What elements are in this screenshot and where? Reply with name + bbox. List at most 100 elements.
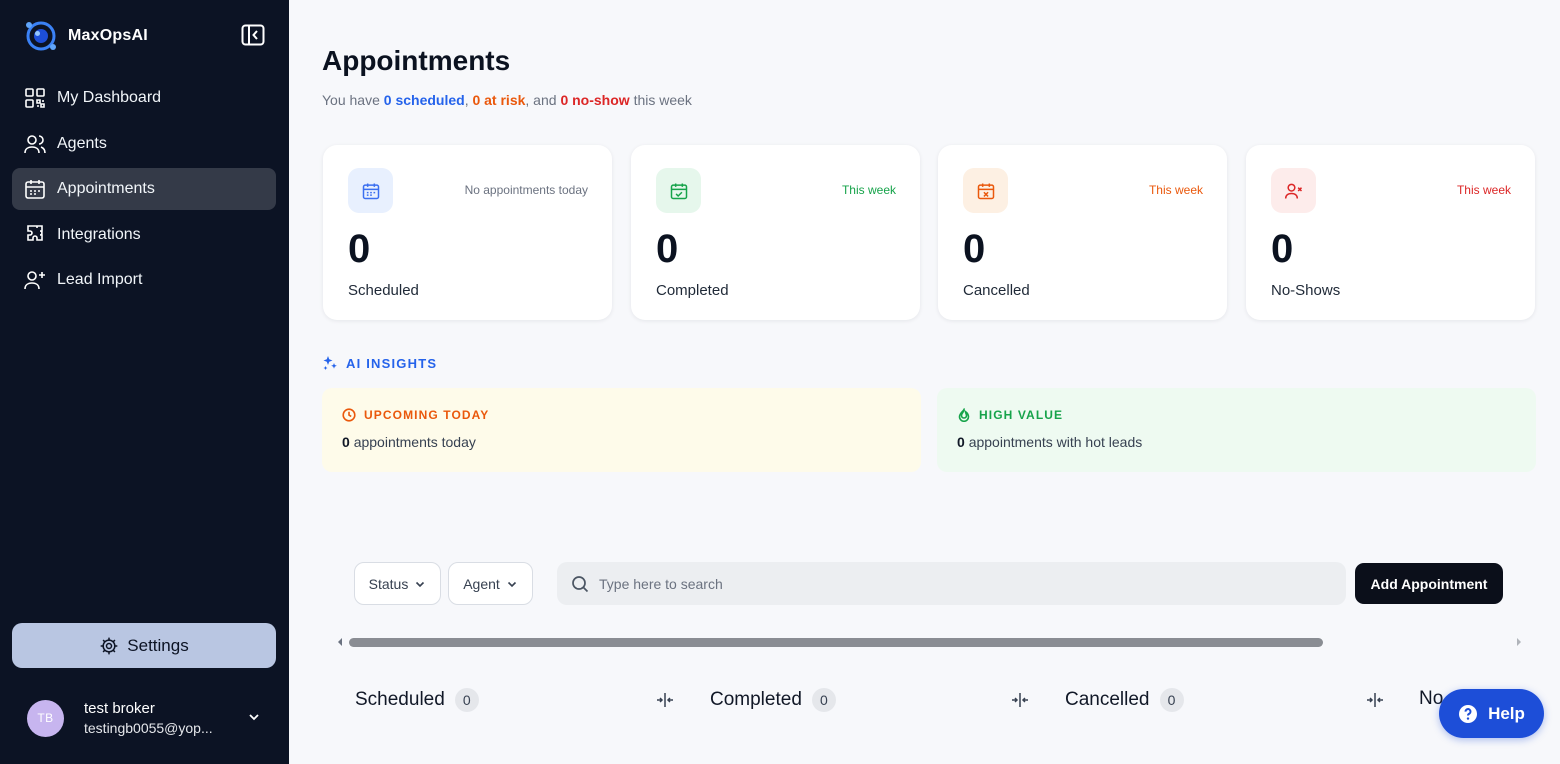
stat-icon-box: [1271, 168, 1316, 213]
sidebar-item-label: My Dashboard: [57, 89, 162, 106]
insight-text: 0 appointments today: [342, 434, 901, 450]
at-risk-count-text: 0 at risk: [472, 92, 526, 108]
column-resize-handle-icon[interactable]: [655, 690, 675, 710]
sidebar-item-dashboard[interactable]: My Dashboard: [12, 77, 276, 119]
flame-icon: [958, 408, 970, 422]
search-input[interactable]: [599, 575, 1299, 592]
ai-insights-title: AI INSIGHTS: [346, 355, 438, 371]
column-count-badge: 0: [1159, 688, 1184, 712]
stat-card-completed: This week 0 Completed: [631, 145, 920, 320]
sidebar-item-label: Integrations: [57, 225, 141, 243]
insight-title: UPCOMING TODAY: [342, 408, 901, 422]
scroll-right-arrow-icon[interactable]: [1515, 637, 1523, 647]
column-title: Scheduled: [355, 689, 445, 710]
insight-high-value: HIGH VALUE 0 appointments with hot leads: [937, 388, 1536, 472]
settings-label: Settings: [127, 635, 189, 655]
stat-card-cancelled: This week 0 Cancelled: [938, 145, 1227, 320]
calendar-check-icon: [670, 183, 687, 199]
stat-icon-box: [656, 168, 701, 213]
stat-card-scheduled: No appointments today 0 Scheduled: [323, 145, 612, 320]
horizontal-scrollbar-thumb[interactable]: [349, 638, 1323, 647]
user-menu[interactable]: TB test broker testingb0055@yop...: [27, 696, 267, 740]
question-circle-icon: [1459, 704, 1478, 723]
column-header-scheduled: Scheduled 0: [355, 688, 479, 712]
stat-label: Completed: [656, 282, 729, 299]
stat-note: This week: [841, 183, 896, 197]
user-name: test broker: [84, 700, 155, 718]
calendar-icon: [25, 180, 45, 199]
user-plus-icon: [24, 271, 45, 290]
column-resize-handle-icon[interactable]: [1010, 690, 1030, 710]
subtitle-prefix: You have: [322, 92, 380, 108]
sidebar-item-label: Lead Import: [57, 271, 143, 288]
insight-count: 0: [342, 434, 350, 450]
insight-title-text: HIGH VALUE: [979, 408, 1064, 422]
sidebar: MaxOpsAI My Dashboard Agents Appointment…: [0, 0, 289, 764]
page-title: Appointments: [322, 45, 511, 76]
help-label: Help: [1488, 703, 1525, 723]
user-email: testingb0055@yop...: [84, 719, 213, 736]
sidebar-nav: My Dashboard Agents Appointments Integra…: [12, 77, 276, 305]
stat-label: Cancelled: [963, 282, 1030, 299]
insight-description: appointments today: [353, 434, 476, 450]
agent-filter-dropdown[interactable]: Agent: [448, 562, 533, 605]
insight-description: appointments with hot leads: [968, 434, 1143, 450]
stat-label: Scheduled: [348, 282, 419, 299]
stat-note: This week: [1148, 183, 1203, 197]
gear-icon: [100, 637, 118, 654]
avatar: TB: [27, 699, 64, 737]
stat-icon-box: [963, 168, 1008, 213]
calendar-icon: [362, 183, 379, 199]
sidebar-item-agents[interactable]: Agents: [12, 123, 276, 165]
column-title: Completed: [710, 689, 802, 710]
logo-icon: [26, 21, 56, 51]
sidebar-item-lead-import[interactable]: Lead Import: [12, 259, 276, 301]
search-icon: [572, 575, 589, 592]
sidebar-item-appointments[interactable]: Appointments: [12, 168, 276, 210]
scheduled-count-text: 0 scheduled: [383, 92, 465, 108]
column-header-completed: Completed 0: [710, 688, 836, 712]
stat-value: 0: [963, 227, 986, 271]
status-filter-label: Status: [368, 575, 409, 592]
stat-value: 0: [348, 227, 371, 271]
user-x-icon: [1284, 183, 1302, 199]
clock-icon: [342, 408, 356, 422]
insight-text: 0 appointments with hot leads: [957, 434, 1516, 450]
status-filter-dropdown[interactable]: Status: [354, 562, 441, 605]
dashboard-icon: [25, 88, 45, 108]
column-title: Cancelled: [1065, 689, 1150, 710]
sidebar-item-label: Appointments: [57, 180, 155, 197]
insight-upcoming-today: UPCOMING TODAY 0 appointments today: [322, 388, 921, 472]
column-header-cancelled: Cancelled 0: [1065, 688, 1184, 712]
chevron-down-icon: [416, 581, 425, 587]
chevron-down-icon[interactable]: [247, 710, 261, 724]
stat-card-no-shows: This week 0 No-Shows: [1246, 145, 1535, 320]
logo-text: MaxOpsAI: [68, 27, 148, 44]
stat-icon-box: [348, 168, 393, 213]
search-box: [557, 562, 1346, 605]
stat-value: 0: [1271, 227, 1294, 271]
ai-insights-heading: AI INSIGHTS: [322, 355, 437, 371]
calendar-x-icon: [977, 183, 994, 199]
user-info: test broker testingb0055@yop...: [84, 699, 213, 737]
column-count-badge: 0: [454, 688, 479, 712]
collapse-sidebar-icon[interactable]: [241, 24, 265, 46]
stat-note: This week: [1456, 183, 1511, 197]
insight-title: HIGH VALUE: [957, 408, 1516, 422]
help-button[interactable]: Help: [1439, 689, 1544, 738]
add-appointment-button[interactable]: Add Appointment: [1355, 563, 1503, 604]
agent-filter-label: Agent: [463, 575, 500, 592]
column-resize-handle-icon[interactable]: [1365, 690, 1385, 710]
sidebar-item-integrations[interactable]: Integrations: [12, 214, 276, 256]
page-subtitle: You have 0 scheduled, 0 at risk, and 0 n…: [322, 92, 692, 108]
settings-button[interactable]: Settings: [12, 623, 276, 668]
sidebar-item-label: Agents: [57, 134, 107, 152]
logo[interactable]: MaxOpsAI: [22, 18, 148, 54]
puzzle-icon: [27, 224, 43, 241]
users-icon: [24, 134, 46, 153]
stat-note: No appointments today: [464, 183, 588, 197]
scroll-left-arrow-icon[interactable]: [336, 637, 344, 647]
stat-label: No-Shows: [1271, 282, 1341, 299]
insight-title-text: UPCOMING TODAY: [364, 408, 490, 422]
sparkles-icon: [323, 356, 337, 370]
